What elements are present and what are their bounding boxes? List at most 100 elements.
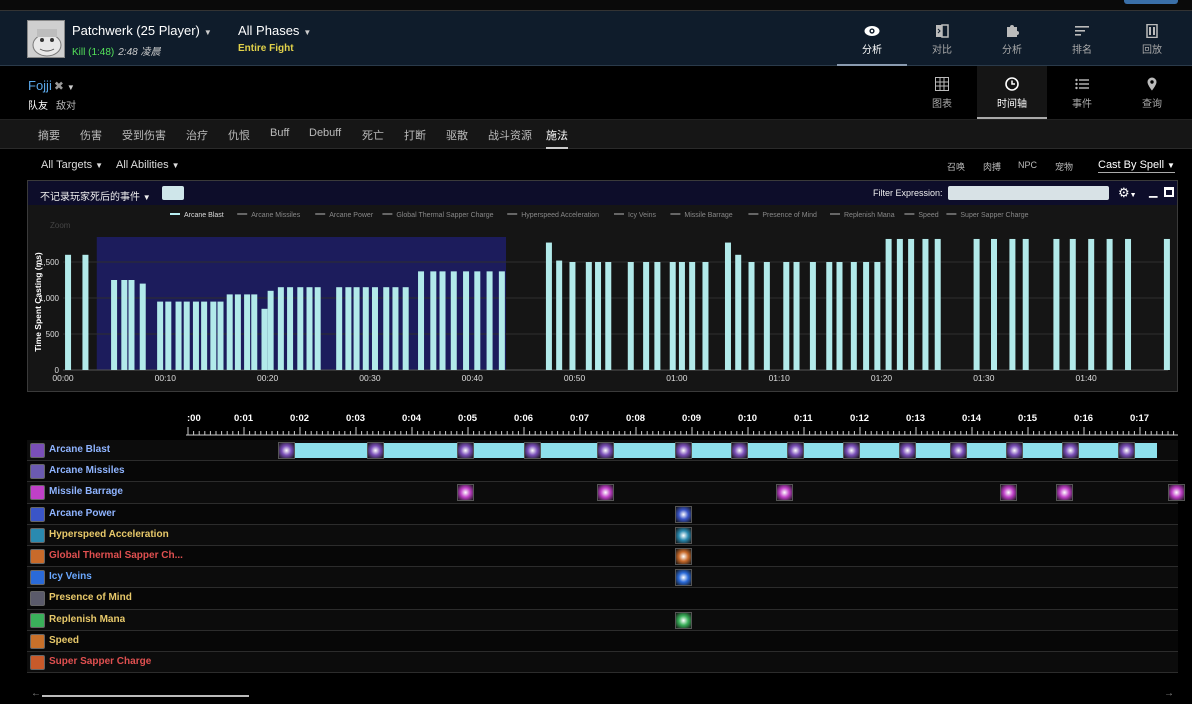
chart-bar[interactable]	[474, 271, 481, 370]
chart-bar[interactable]	[498, 271, 505, 370]
view-events[interactable]: 事件	[1047, 66, 1117, 119]
scrollbar-thumb[interactable]	[42, 695, 249, 697]
arrow-right-icon[interactable]: →	[1164, 688, 1174, 699]
view-query[interactable]: 查询	[1117, 66, 1187, 119]
chart-bar[interactable]	[1106, 238, 1113, 370]
cast-icon[interactable]	[1005, 442, 1023, 459]
cast-icon[interactable]	[675, 547, 693, 565]
cast-icon[interactable]	[899, 442, 917, 459]
tab-resources[interactable]: 战斗资源	[488, 127, 532, 143]
timeline-row[interactable]: Arcane Missiles	[27, 461, 1178, 483]
chart-bar[interactable]	[226, 294, 233, 370]
tab-friendly[interactable]: 队友	[28, 101, 48, 112]
chart-bar[interactable]	[306, 287, 313, 370]
chart-bar[interactable]	[261, 308, 268, 370]
timeline-scrollbar[interactable]: ← →	[27, 688, 1178, 702]
gear-icon[interactable]: ⚙▼	[1118, 185, 1137, 201]
tab-dispels[interactable]: 驱散	[446, 127, 468, 143]
cast-icon[interactable]	[949, 442, 967, 459]
chart-bar[interactable]	[724, 242, 731, 370]
abilities-dropdown[interactable]: All Abilities ▼	[116, 159, 180, 171]
player-selector[interactable]: Fojji ✖ ▼	[28, 78, 75, 93]
close-icon[interactable]: ✖	[54, 79, 64, 93]
chart-bar[interactable]	[863, 262, 870, 370]
chart-bar[interactable]	[1022, 238, 1029, 370]
chart-bar[interactable]	[735, 254, 742, 370]
chart-bar[interactable]	[371, 287, 378, 370]
chart-bar[interactable]	[251, 294, 258, 370]
chart-bar[interactable]	[139, 283, 146, 370]
chart-bar[interactable]	[627, 262, 634, 370]
cast-icon[interactable]	[367, 442, 385, 459]
chart-bar[interactable]	[654, 262, 661, 370]
nav-rankings[interactable]: 排名	[1047, 11, 1117, 66]
filter-pets[interactable]: 宠物	[1055, 160, 1073, 173]
cast-by-dropdown[interactable]: Cast By Spell ▼	[1098, 159, 1175, 173]
legend-item[interactable]: Presence of Mind	[748, 212, 817, 219]
cast-icon[interactable]	[277, 442, 295, 459]
filter-pets-summon[interactable]: 召唤	[947, 160, 965, 173]
view-timeline[interactable]: 时间轴	[977, 66, 1047, 119]
timeline-row[interactable]: Presence of Mind	[27, 588, 1178, 610]
chart-bar[interactable]	[569, 262, 576, 370]
chart-bar[interactable]	[793, 262, 800, 370]
filter-expression-input[interactable]	[948, 186, 1109, 200]
cast-icon[interactable]	[675, 611, 693, 629]
cast-icon[interactable]	[596, 442, 614, 459]
tab-damage-done[interactable]: 伤害	[80, 127, 102, 143]
tab-casts[interactable]: 施法	[546, 127, 568, 149]
chart-bar[interactable]	[1125, 238, 1132, 370]
chart-bar[interactable]	[345, 287, 352, 370]
chart-bar[interactable]	[165, 301, 172, 370]
chart-bar[interactable]	[1163, 238, 1170, 370]
chart-bar[interactable]	[287, 287, 294, 370]
chart-bar[interactable]	[244, 294, 251, 370]
boss-selector[interactable]: Patchwerk (25 Player) ▼	[72, 23, 212, 38]
tab-interrupts[interactable]: 打断	[404, 127, 426, 143]
chart-bar[interactable]	[908, 238, 915, 370]
chart-bar[interactable]	[486, 271, 493, 370]
chart-bar[interactable]	[595, 262, 602, 370]
chart-bar[interactable]	[183, 301, 190, 370]
top-strip-button[interactable]	[1124, 0, 1178, 4]
tab-buffs[interactable]: Buff	[270, 127, 289, 139]
chart-bar[interactable]	[267, 290, 274, 370]
cast-icon[interactable]	[456, 484, 474, 502]
timeline-row[interactable]: Super Sapper Charge	[27, 651, 1178, 674]
timeline-row[interactable]: Speed	[27, 630, 1178, 652]
chart-bar[interactable]	[314, 287, 321, 370]
chart-bar[interactable]	[157, 301, 164, 370]
filter-npc[interactable]: NPC	[1018, 160, 1037, 170]
view-table[interactable]: 图表	[907, 66, 977, 119]
cast-icon[interactable]	[1056, 484, 1073, 502]
chart-bar[interactable]	[556, 260, 563, 370]
chart-bar[interactable]	[192, 301, 199, 370]
chart-bar[interactable]	[922, 238, 929, 370]
chart-bar[interactable]	[463, 271, 470, 370]
chart-bar[interactable]	[934, 238, 941, 370]
cast-icon[interactable]	[1168, 484, 1185, 502]
maximize-icon[interactable]	[1164, 187, 1174, 197]
chart-bar[interactable]	[175, 301, 182, 370]
nav-compare[interactable]: 对比	[907, 11, 977, 66]
timeline-row[interactable]: Missile Barrage	[27, 482, 1185, 504]
nav-analysis-2[interactable]: 分析	[977, 11, 1047, 66]
legend-item[interactable]: Replenish Mana	[830, 212, 895, 219]
chart-bar[interactable]	[82, 254, 89, 370]
chart-bar[interactable]	[430, 271, 437, 370]
chart-bar[interactable]	[605, 262, 612, 370]
chart-bar[interactable]	[678, 262, 685, 370]
phase-selector[interactable]: All Phases ▼	[238, 23, 311, 38]
tab-debuffs[interactable]: Debuff	[309, 127, 341, 139]
chart-bar[interactable]	[669, 262, 676, 370]
cast-icon[interactable]	[675, 569, 693, 587]
legend-item[interactable]: Icy Veins	[614, 212, 657, 219]
targets-dropdown[interactable]: All Targets ▼	[41, 159, 103, 171]
tab-deaths[interactable]: 死亡	[362, 127, 384, 143]
chart-bar[interactable]	[1009, 238, 1016, 370]
chart-bar[interactable]	[121, 280, 128, 370]
legend-item[interactable]: Arcane Blast	[170, 212, 224, 219]
filter-melee[interactable]: 肉搏	[983, 160, 1001, 173]
chart-bar[interactable]	[874, 262, 881, 370]
chart-bar[interactable]	[689, 262, 696, 370]
